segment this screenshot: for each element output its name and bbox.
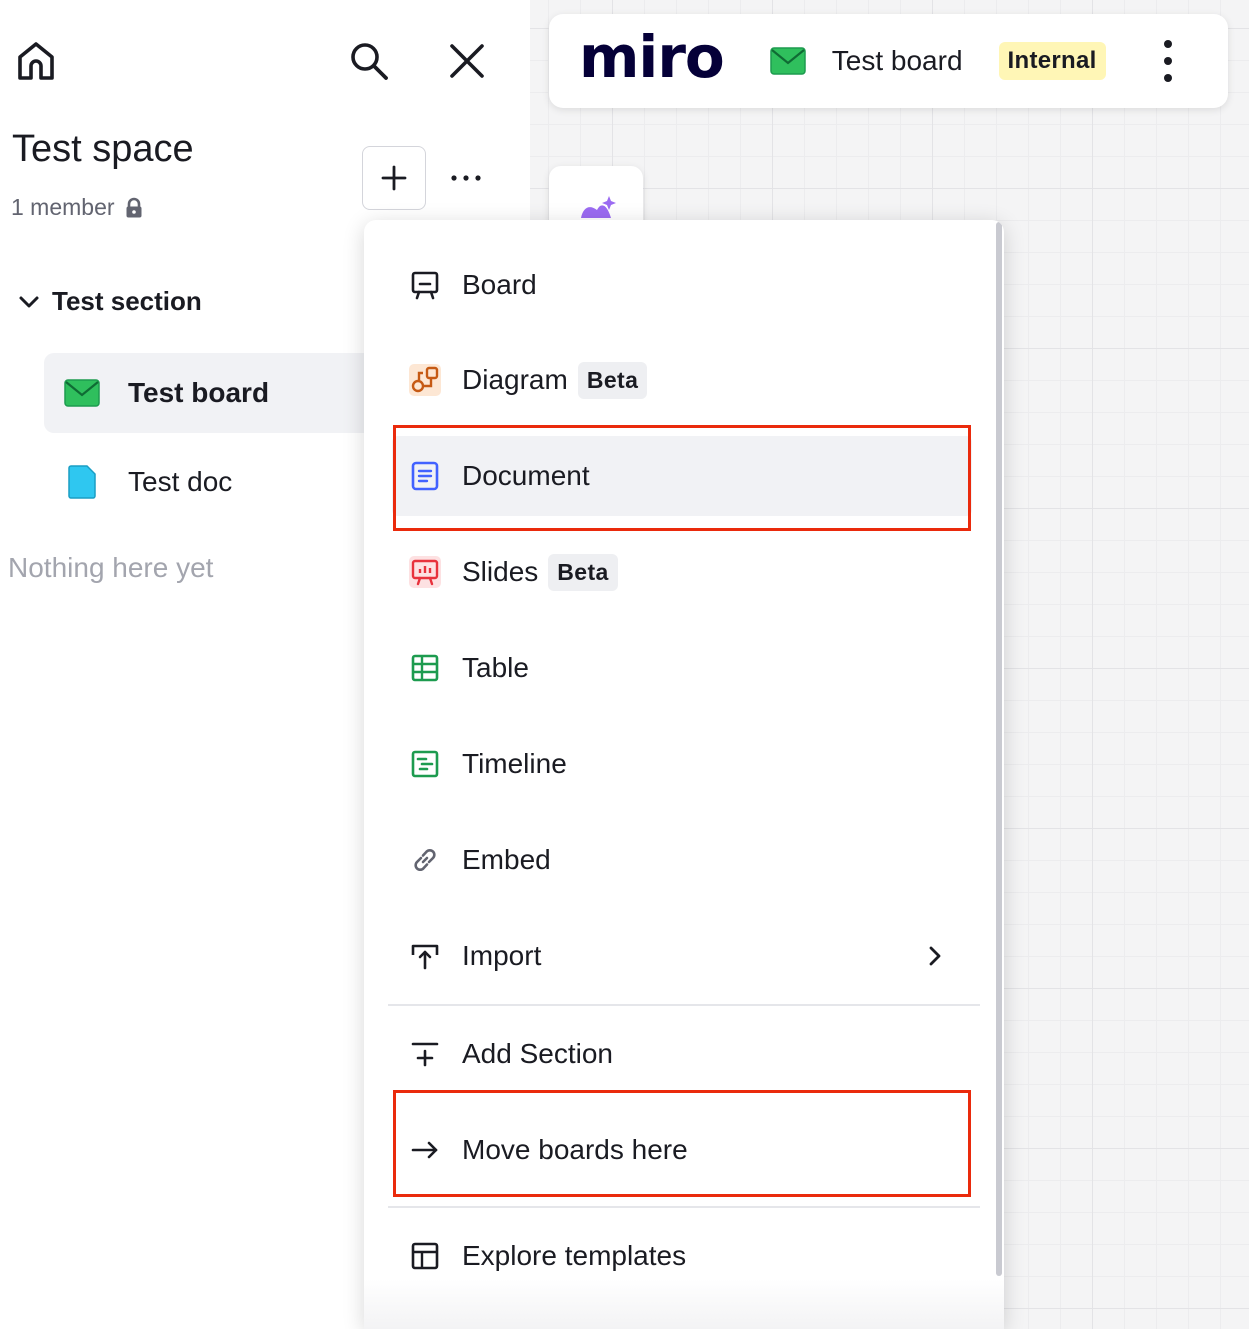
kebab-dot (1164, 57, 1172, 65)
member-count[interactable]: 1 member (11, 194, 143, 221)
board-name[interactable]: Test board (832, 45, 963, 77)
timeline-icon (408, 747, 442, 781)
import-icon (408, 939, 442, 973)
doc-icon (68, 465, 96, 499)
menu-scroll-fade (364, 1279, 1004, 1329)
menu-item-label: Document (462, 460, 590, 491)
sidebar-item-test-board[interactable]: Test board (44, 353, 374, 433)
menu-item-label: Diagram (462, 364, 568, 395)
add-section-icon (408, 1037, 442, 1071)
menu-item-table[interactable]: Table (392, 628, 972, 708)
menu-item-label: Explore templates (462, 1240, 687, 1271)
plus-icon (381, 165, 407, 191)
member-count-label: 1 member (11, 194, 115, 220)
menu-item-diagram[interactable]: Diagram Beta (392, 340, 972, 420)
board-menu-button[interactable] (1156, 36, 1180, 86)
empty-state-text: Nothing here yet (8, 552, 214, 583)
beta-badge: Beta (577, 361, 648, 399)
menu-item-import[interactable]: Import (392, 916, 972, 996)
add-button[interactable] (362, 146, 426, 210)
menu-item-document[interactable]: Document (392, 436, 972, 516)
link-icon (408, 843, 442, 877)
menu-item-label: Board (462, 269, 537, 300)
menu-divider (388, 1206, 980, 1208)
board-envelope-icon (64, 379, 100, 407)
create-menu: Board Diagram Beta Document Slides Beta … (364, 220, 1004, 1329)
space-title: Test space (12, 128, 194, 170)
home-icon (18, 42, 54, 80)
miro-logo[interactable]: miro (579, 28, 725, 86)
slides-icon (408, 555, 442, 589)
lock-icon (126, 197, 142, 217)
kebab-dot (1164, 74, 1172, 82)
beta-badge: Beta (548, 553, 618, 591)
menu-item-move-boards-here[interactable]: Move boards here (392, 1110, 972, 1190)
search-icon (351, 43, 388, 80)
close-button[interactable] (444, 38, 490, 84)
section-label: Test section (52, 286, 202, 316)
home-button[interactable] (14, 38, 58, 84)
menu-item-label: Add Section (462, 1038, 613, 1069)
sidebar-item-label: Test board (128, 377, 270, 408)
chevron-down-icon (19, 296, 39, 307)
close-icon (450, 44, 484, 78)
menu-item-add-section[interactable]: Add Section (392, 1014, 972, 1094)
table-icon (408, 651, 442, 685)
more-options-button[interactable] (440, 156, 492, 200)
menu-scrollbar[interactable] (996, 222, 1002, 1276)
menu-item-embed[interactable]: Embed (392, 820, 972, 900)
menu-divider (388, 1004, 980, 1006)
sparkle-icon (581, 196, 616, 218)
diagram-icon (408, 363, 442, 397)
sidebar-item-test-doc[interactable]: Test doc (64, 442, 394, 522)
menu-item-timeline[interactable]: Timeline (392, 724, 972, 804)
menu-item-label: Timeline (462, 748, 567, 779)
templates-icon (408, 1239, 442, 1273)
chevron-right-icon (929, 946, 941, 966)
menu-item-slides[interactable]: Slides Beta (392, 532, 972, 612)
menu-item-label: Import (462, 940, 542, 971)
board-envelope-icon (770, 47, 806, 75)
kebab-dot (1164, 40, 1172, 48)
board-icon (408, 268, 442, 302)
search-button[interactable] (346, 38, 392, 84)
visibility-badge[interactable]: Internal (998, 42, 1106, 80)
menu-item-label: Table (462, 652, 529, 683)
menu-item-label: Slides (462, 556, 539, 587)
menu-item-label: Embed (462, 844, 551, 875)
board-top-bar: miro Test board Internal (549, 14, 1228, 108)
arrow-right-icon (408, 1133, 442, 1167)
more-horizontal-icon (451, 175, 481, 181)
document-icon (408, 459, 442, 493)
sidebar-item-label: Test doc (128, 466, 233, 497)
menu-item-board[interactable]: Board (392, 245, 972, 325)
menu-item-label: Move boards here (462, 1134, 688, 1165)
section-header[interactable]: Test section (18, 286, 202, 317)
